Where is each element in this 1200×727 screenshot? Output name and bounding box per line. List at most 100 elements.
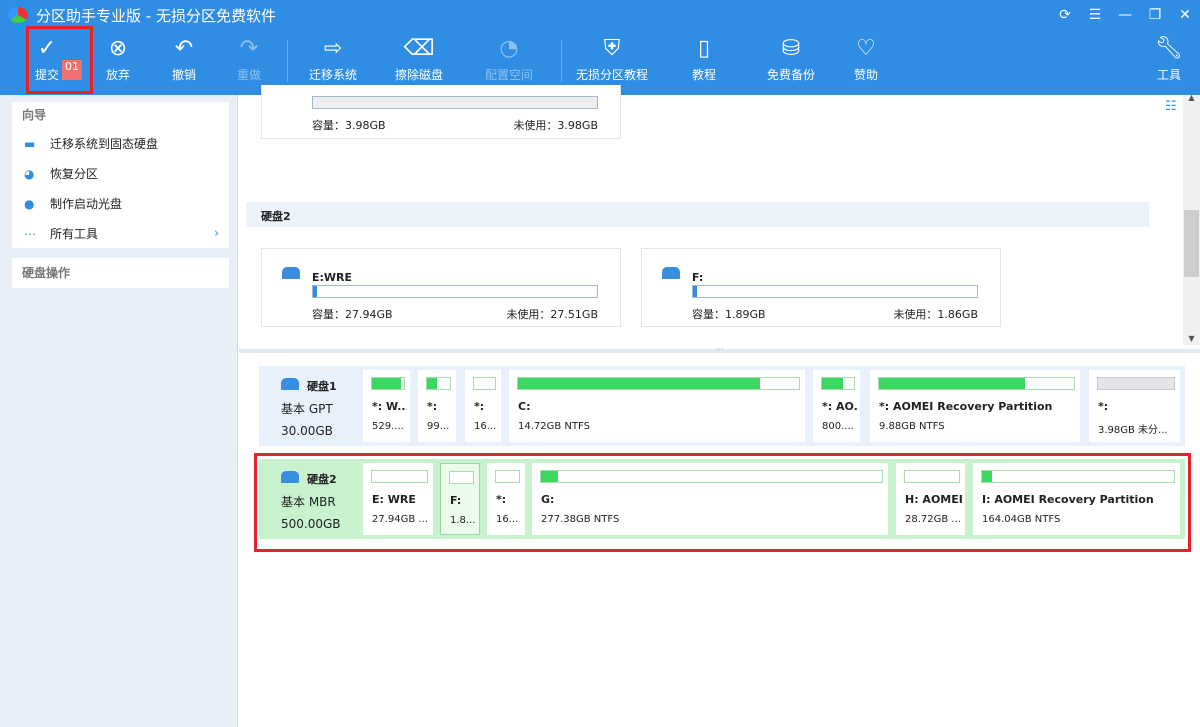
minimize-button[interactable]: — [1110,0,1140,30]
sponsor-button[interactable]: ♡ 赞助 [850,30,882,95]
partition-block[interactable]: *: AO... 800.... [813,370,860,442]
splitter[interactable]: ··· [239,346,1200,354]
disk-ops-panel: 硬盘操作 [12,258,229,288]
scroll-down-icon[interactable]: ▼ [1183,334,1200,343]
hdd-icon [662,267,680,279]
title-bar: 分区助手专业版 - 无损分区免费软件 ⟳ ☰ — ❐ ✕ [0,0,1200,30]
pie-clock-icon: ◔ [499,35,519,61]
partition-name: *: AO... [822,400,857,413]
refresh-icon[interactable]: ⟳ [1050,0,1080,30]
usage-bar [473,377,496,390]
sidebar-item-boot-disc[interactable]: ● 制作启动光盘 [12,188,229,218]
tutorial-button[interactable]: ▯ 教程 [688,30,720,95]
discard-button[interactable]: ⊗ 放弃 [102,30,134,95]
capacity-text: 容量：1.89GB [692,308,766,321]
chevron-right-icon: › [214,226,219,240]
partition-size: 14.72GB NTFS [518,421,590,432]
dots-icon: ⋯ [24,227,36,241]
partition-block[interactable]: C: 14.72GB NTFS [509,370,805,442]
unused-text: 未使用：27.51GB [506,308,598,321]
capacity-text: 容量：27.94GB [312,308,393,321]
hdd-icon [281,378,299,390]
sponsor-label: 赞助 [853,68,878,82]
partition-name: E:WRE [312,271,353,284]
backup-label: 免费备份 [766,68,815,82]
sidebar-item-label: 迁移系统到固态硬盘 [50,136,159,151]
disk-size: 30.00GB [281,424,333,438]
shield-plus-icon: ⛨ [603,35,621,61]
partition-name: *: W... [372,400,407,413]
redo-label: 重做 [236,68,261,82]
tools-button[interactable]: 🔧︎ 工具 [1153,30,1185,95]
sidebar-item-label: 恢复分区 [50,166,99,181]
user-disc-icon: ● [24,197,35,211]
sidebar: 向导 ▬ 迁移系统到固态硬盘 ◕ 恢复分区 ● 制作启动光盘 ⋯ 所有工具 › 硬盘操作 [0,95,238,727]
partition-size: 3.98GB 未分... [1098,425,1168,436]
disk-ops-title: 硬盘操作 [22,266,71,280]
partition-block[interactable]: *: 16... [465,370,501,442]
partition-size: 800.... [822,421,854,432]
partition-name: C: [518,400,531,413]
usage-bar [517,377,800,390]
sidebar-item-migrate-ssd[interactable]: ▬ 迁移系统到固态硬盘 [12,128,229,158]
disk2-header: 硬盘2 [246,202,1149,227]
redo-icon: ↷ [239,35,259,61]
backup-button[interactable]: ⛁ 免费备份 [764,30,818,95]
eraser-disk-icon: ⌫ [403,35,435,61]
partition-block[interactable]: *: 99... [418,370,456,442]
allocate-label: 配置空间 [484,68,533,82]
scroll-thumb[interactable] [1184,210,1199,277]
partition-block[interactable]: *: AOMEI Recovery Partition 9.88GB NTFS [870,370,1080,442]
scrollbar[interactable]: ▲ ▼ [1183,93,1200,345]
partition-name: *: [427,400,438,413]
partition-size: 529.... [372,421,404,432]
sidebar-item-recover-partition[interactable]: ◕ 恢复分区 [12,158,229,188]
menu-icon[interactable]: ☰ [1080,0,1110,30]
usage-bar [1097,377,1175,390]
app-logo-icon [8,7,28,23]
partition-card-top[interactable]: 容量：3.98GB 未使用：3.98GB [261,85,621,139]
capacity-text: 容量：3.98GB [312,119,386,132]
usage-bar [426,377,451,390]
partition-name: *: AOMEI Recovery Partition [879,400,1053,413]
pie-icon: ◕ [24,167,35,181]
partition-name: *: [474,400,485,413]
tools-label: 工具 [1156,68,1181,82]
cancel-circle-icon: ⊗ [108,35,128,61]
scroll-up-icon[interactable]: ▲ [1183,93,1200,102]
partition-card-f[interactable]: F: 容量：1.89GB 未使用：1.86GB [641,248,1001,327]
sidebar-item-label: 制作启动光盘 [50,196,123,211]
sidebar-item-all-tools[interactable]: ⋯ 所有工具 › [12,218,229,248]
wizard-panel: 向导 ▬ 迁移系统到固态硬盘 ◕ 恢复分区 ● 制作启动光盘 ⋯ 所有工具 › [12,102,229,248]
wrench-icon: 🔧︎ [1155,35,1183,61]
partition-block[interactable]: *: W... 529.... [363,370,410,442]
usage-bar [371,377,405,390]
partition-card-e[interactable]: E:WRE 容量：27.94GB 未使用：27.51GB [261,248,621,327]
undo-icon: ↶ [174,35,194,61]
partition-size: 9.88GB NTFS [879,421,945,432]
heart-icon: ♡ [856,35,876,61]
discard-label: 放弃 [105,68,130,82]
disk2-highlight [254,453,1191,552]
close-button[interactable]: ✕ [1170,0,1200,30]
usage-bar [878,377,1075,390]
partition-block[interactable]: *: 3.98GB 未分... [1089,370,1180,442]
sidebar-item-label: 所有工具 [50,226,99,241]
view-toggle-icon[interactable]: ☷ [1165,99,1183,117]
undo-button[interactable]: ↶ 撤销 [168,30,200,95]
database-icon: ⛁ [781,35,801,61]
disk-arrow-icon: ▬ [24,137,36,151]
undo-label: 撤销 [171,68,196,82]
unused-text: 未使用：1.86GB [893,308,978,321]
main-area: 容量：3.98GB 未使用：3.98GB 硬盘2 E:WRE 容量：27.94G… [239,85,1200,727]
tutorial-label: 教程 [691,68,716,82]
book-icon: ▯ [697,35,711,61]
window-title: 分区助手专业版 - 无损分区免费软件 [36,6,276,25]
disk-row-1[interactable]: 硬盘1 基本 GPT 30.00GB *: W... 529.... *: 99... *: 1… [259,366,1185,446]
commit-highlight [26,26,93,94]
disk-info: 硬盘1 基本 GPT 30.00GB [259,366,359,446]
hdd-icon [282,267,300,279]
maximize-button[interactable]: ❐ [1140,0,1170,30]
lossless-tutorial-label: 无损分区教程 [575,68,648,82]
migrate-label: 迁移系统 [308,68,357,82]
